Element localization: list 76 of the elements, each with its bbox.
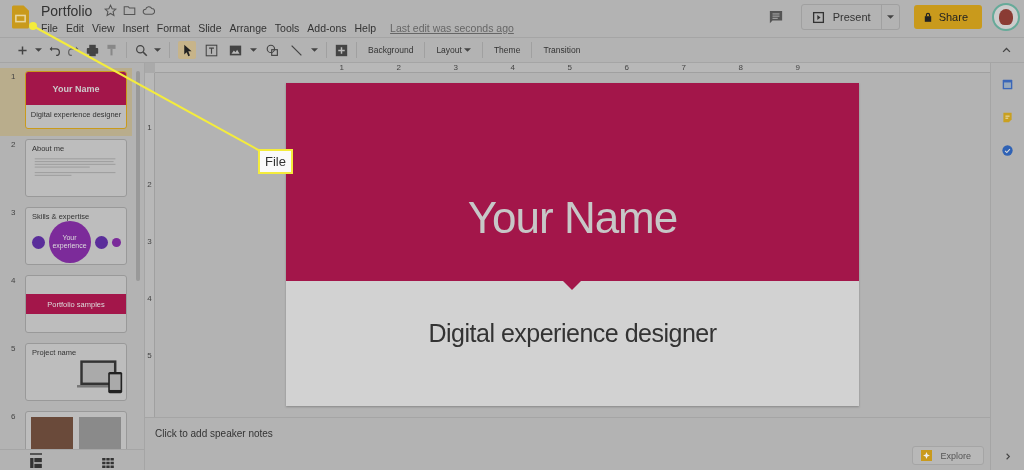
explore-icon [921, 450, 933, 461]
ruler-number: 9 [794, 63, 800, 72]
ruler-number: 8 [737, 63, 743, 72]
text-box-icon [204, 43, 218, 57]
ruler-number: 2 [147, 180, 152, 191]
lock-icon [923, 12, 932, 22]
menu-item[interactable]: File [41, 22, 58, 34]
slide-number: 4 [10, 275, 17, 285]
document-title[interactable]: Portfolio [41, 2, 93, 19]
caret-icon[interactable] [311, 48, 318, 52]
ruler-number: 5 [147, 351, 152, 362]
menu-item[interactable]: Edit [65, 22, 84, 34]
menu-item[interactable]: Add-ons [307, 22, 347, 34]
add-icon[interactable] [16, 43, 29, 57]
expand-chevron-icon[interactable] [1003, 451, 1012, 462]
ruler-number: 4 [147, 294, 152, 305]
callout-label: File [258, 149, 293, 174]
cloud-icon[interactable] [142, 4, 156, 17]
print-icon[interactable] [86, 43, 99, 57]
circle-drawing [94, 235, 108, 249]
folder-icon[interactable] [123, 4, 137, 17]
slide-number: 1 [10, 71, 17, 81]
ruler-number: 7 [680, 63, 686, 72]
calendar-icon[interactable] [1002, 79, 1013, 90]
add-comment-icon[interactable] [335, 43, 348, 57]
ruler-number: 3 [147, 237, 152, 248]
menu-item[interactable]: Slide [198, 22, 222, 34]
toolbar-button[interactable]: Transition [540, 45, 584, 55]
ruler-number: 4 [509, 63, 515, 72]
laptop-phone-drawing [77, 358, 123, 394]
menu-item[interactable]: View [92, 22, 115, 34]
speaker-notes-field[interactable]: Click to add speaker notes [155, 428, 273, 439]
thumbnail-title: Your Name [52, 83, 100, 94]
line-icon [289, 43, 303, 57]
ruler-number: 5 [566, 63, 572, 72]
ruler-number: 1 [338, 63, 344, 72]
image-icon [228, 43, 242, 57]
share-button[interactable]: Share [913, 5, 982, 29]
slide-canvas[interactable]: Your Name Digital experience designer [286, 82, 859, 406]
caret-icon[interactable] [154, 48, 161, 52]
explore-button[interactable]: Explore [912, 446, 984, 465]
caret-icon[interactable] [35, 48, 42, 52]
toolbar-button[interactable]: Background [365, 45, 417, 55]
star-icon[interactable] [104, 4, 118, 17]
menu-item[interactable]: Insert [122, 22, 149, 34]
list-view-icon[interactable] [30, 452, 42, 468]
tasks-icon[interactable] [1002, 145, 1013, 156]
zoom-icon[interactable] [135, 43, 148, 57]
menu-item[interactable]: Help [354, 22, 377, 34]
select-tool-button[interactable] [178, 41, 196, 59]
menu-item[interactable]: Arrange [229, 22, 267, 34]
menu-item[interactable]: Tools [274, 22, 300, 34]
slide-subtitle[interactable]: Digital experience designer [428, 318, 717, 348]
toolbar-button[interactable]: Layout [433, 45, 474, 55]
ruler-number: 3 [452, 63, 458, 72]
circle-drawing [31, 235, 45, 249]
comment-icon[interactable] [768, 10, 783, 24]
avatar[interactable] [992, 3, 1020, 31]
play-icon [811, 10, 825, 24]
slide-number: 2 [10, 139, 17, 149]
ruler-number: 2 [395, 63, 401, 72]
slide-number: 6 [10, 411, 17, 421]
shapes-icon [265, 43, 279, 57]
slide-number: 5 [10, 343, 17, 353]
caret-icon[interactable] [250, 48, 257, 52]
ruler-number: 1 [147, 123, 152, 134]
menu-item[interactable]: Format [156, 22, 191, 34]
caret-icon [886, 15, 894, 19]
circle-drawing [111, 237, 121, 247]
slide-number: 3 [10, 207, 17, 217]
toolbar-button[interactable]: Theme [490, 45, 524, 55]
slide-title[interactable]: Your Name [467, 120, 678, 243]
present-button[interactable]: Present [801, 5, 882, 29]
photo-placeholder [31, 417, 73, 449]
photo-placeholder [79, 417, 121, 449]
ruler-number: 6 [623, 63, 629, 72]
